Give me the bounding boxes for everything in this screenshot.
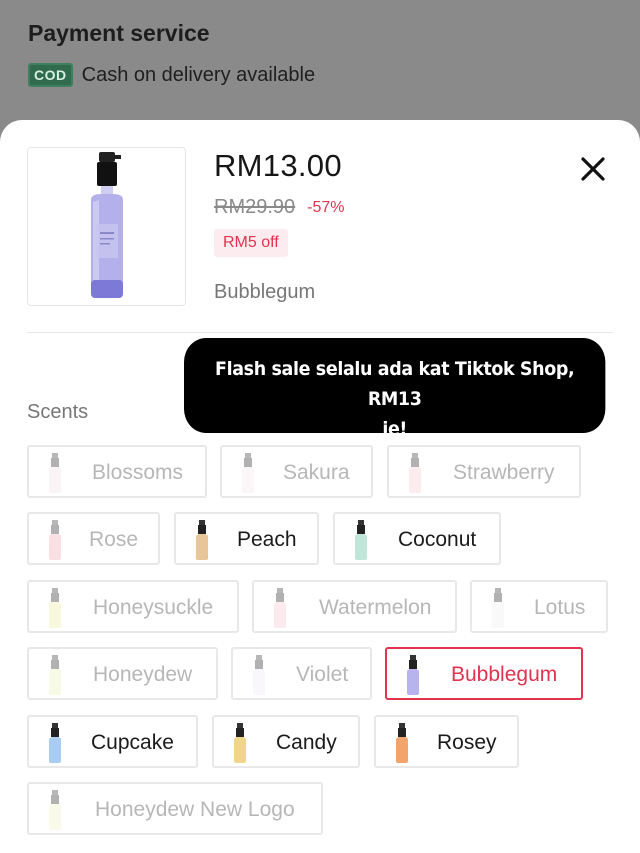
scent-option-label: Violet: [296, 663, 349, 686]
cod-row: COD Cash on delivery available: [28, 63, 315, 87]
bottle-icon: [396, 723, 408, 763]
scent-option-honeydew[interactable]: Honeydew: [27, 647, 218, 700]
discount-badge: -57%: [307, 198, 345, 216]
spray-bottle-image: [90, 151, 123, 298]
product-thumbnail[interactable]: [27, 147, 186, 306]
caption-line-1: Flash sale selalu ada kat Tiktok Shop, R…: [215, 358, 575, 410]
voucher-tag: RM5 off: [214, 229, 288, 257]
variant-sheet: RM13.00 RM29.90 -57% RM5 off Bubblegum S…: [0, 120, 640, 853]
scent-option-label: Honeydew: [93, 663, 193, 686]
bottle-icon: [492, 588, 504, 628]
bottle-icon: [274, 588, 286, 628]
bottle-icon: [409, 453, 421, 493]
bottle-icon: [407, 655, 419, 695]
scent-option-label: Sakura: [283, 461, 350, 484]
close-icon: [581, 157, 605, 181]
scent-option-label: Rosey: [437, 731, 497, 754]
bottle-icon: [49, 453, 61, 493]
scent-option-label: Honeydew New Logo: [95, 798, 295, 821]
scent-option-rose[interactable]: Rose: [27, 512, 160, 565]
bottle-icon: [49, 655, 61, 695]
bottle-icon: [49, 520, 61, 560]
cod-badge: COD: [28, 63, 73, 87]
scent-option-strawberry[interactable]: Strawberry: [387, 445, 581, 498]
scent-option-honeysuckle[interactable]: Honeysuckle: [27, 580, 239, 633]
scent-option-cupcake[interactable]: Cupcake: [27, 715, 198, 768]
scent-option-honeydew-new-logo[interactable]: Honeydew New Logo: [27, 782, 323, 835]
scent-option-violet[interactable]: Violet: [231, 647, 372, 700]
scent-option-bubblegum[interactable]: Bubblegum: [385, 647, 583, 700]
bottle-icon: [49, 723, 61, 763]
scent-option-label: Coconut: [398, 528, 477, 551]
close-button[interactable]: [578, 154, 608, 184]
price-row: RM29.90 -57%: [214, 196, 345, 219]
caption-bubble: Flash sale selalu ada kat Tiktok Shop, R…: [184, 338, 606, 440]
scent-option-watermelon[interactable]: Watermelon: [252, 580, 457, 633]
bottle-icon: [355, 520, 367, 560]
current-price: RM13.00: [214, 148, 342, 183]
bottle-icon: [49, 588, 61, 628]
bottle-icon: [196, 520, 208, 560]
scent-option-label: Rose: [89, 528, 139, 551]
divider: [27, 332, 613, 333]
scent-option-label: Strawberry: [453, 461, 555, 484]
scent-option-sakura[interactable]: Sakura: [220, 445, 373, 498]
scent-option-label: Honeysuckle: [93, 596, 214, 619]
scent-option-lotus[interactable]: Lotus: [470, 580, 608, 633]
cod-text: Cash on delivery available: [81, 63, 316, 86]
scent-option-label: Cupcake: [91, 731, 174, 754]
scent-option-rosey[interactable]: Rosey: [374, 715, 519, 768]
scent-option-label: Peach: [237, 528, 297, 551]
bottle-icon: [234, 723, 246, 763]
scent-option-label: Candy: [276, 731, 337, 754]
scent-option-peach[interactable]: Peach: [174, 512, 319, 565]
bottle-icon: [49, 790, 61, 830]
selected-variant-label: Bubblegum: [214, 281, 316, 303]
scent-option-label: Lotus: [534, 596, 586, 619]
scent-option-blossoms[interactable]: Blossoms: [27, 445, 207, 498]
scent-option-label: Blossoms: [92, 461, 184, 484]
original-price: RM29.90: [214, 196, 296, 218]
background-page: Payment service COD Cash on delivery ava…: [0, 0, 640, 140]
bottle-icon: [253, 655, 265, 695]
scent-option-label: Watermelon: [319, 596, 432, 619]
scent-option-label: Bubblegum: [451, 663, 558, 686]
payment-service-title: Payment service: [28, 20, 210, 46]
bottle-icon: [242, 453, 254, 493]
scent-option-coconut[interactable]: Coconut: [333, 512, 501, 565]
scent-option-candy[interactable]: Candy: [212, 715, 360, 768]
scents-label: Scents: [27, 401, 89, 423]
caption-line-2: je!: [382, 418, 408, 440]
